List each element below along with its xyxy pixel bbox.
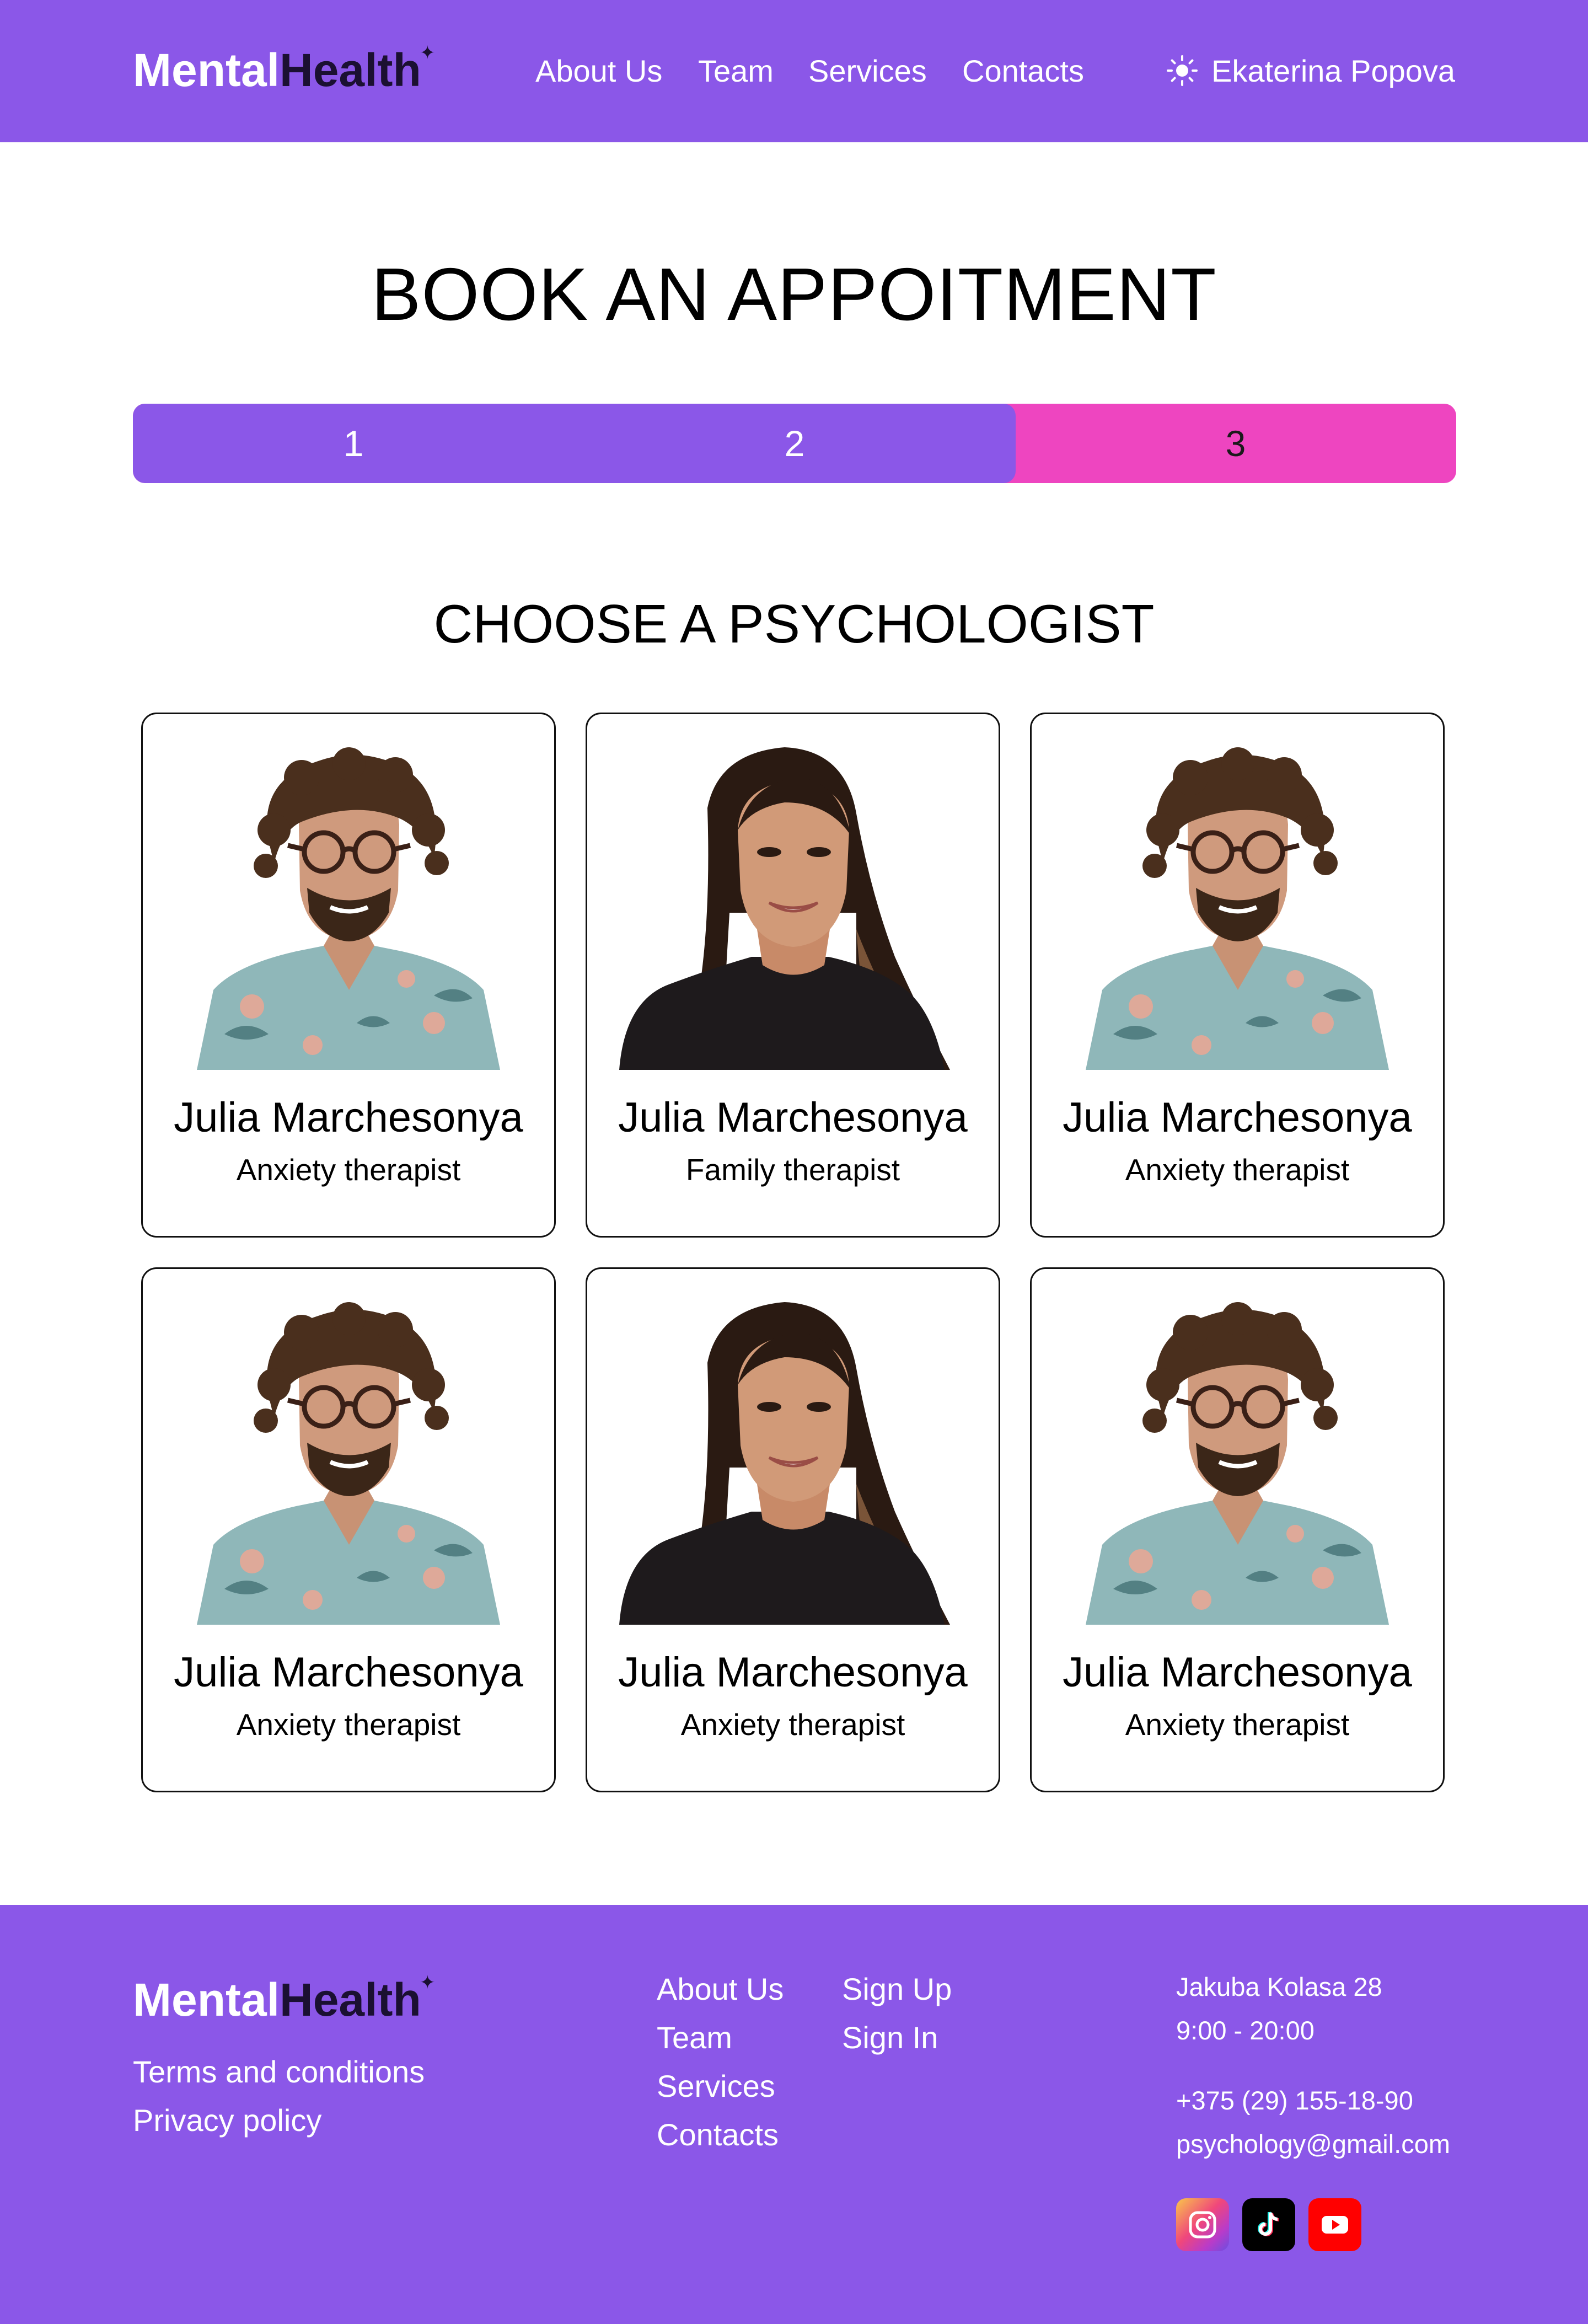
- nav-team[interactable]: Team: [698, 53, 774, 89]
- psychologist-name: Julia Marchesonya: [1063, 1649, 1412, 1696]
- logo-mental: Mental: [133, 1974, 280, 2026]
- psychologist-photo: [619, 1302, 950, 1625]
- psychologist-card[interactable]: Julia Marchesonya Anxiety therapist: [586, 1267, 1000, 1792]
- youtube-icon[interactable]: [1308, 2198, 1361, 2251]
- nav-contacts[interactable]: Contacts: [962, 53, 1084, 89]
- logo-health: Health: [280, 1974, 421, 2026]
- psychologist-card[interactable]: Julia Marchesonya Family therapist: [586, 713, 1000, 1238]
- tiktok-icon[interactable]: [1242, 2198, 1295, 2251]
- footer-nav-team[interactable]: Team: [657, 2020, 732, 2055]
- address-text: Jakuba Kolasa 28: [1176, 1972, 1382, 2001]
- sparkle-icon: ✦: [420, 42, 436, 63]
- sparkle-icon: ✦: [420, 1972, 436, 1993]
- hours-text: 9:00 - 20:00: [1176, 2016, 1315, 2045]
- stepper-progress: [133, 404, 1016, 483]
- footer-nav-contacts[interactable]: Contacts: [657, 2117, 779, 2152]
- psychologist-role: Family therapist: [685, 1153, 900, 1187]
- psychologist-name: Julia Marchesonya: [618, 1094, 968, 1141]
- psychologist-role: Anxiety therapist: [1125, 1707, 1350, 1742]
- psychologist-name: Julia Marchesonya: [618, 1649, 968, 1696]
- psychologist-card[interactable]: Julia Marchesonya Anxiety therapist: [141, 713, 556, 1238]
- page-title: BOOK AN APPOITMENT: [371, 253, 1217, 336]
- terms-link[interactable]: Terms and conditions: [133, 2054, 425, 2090]
- psychologist-role: Anxiety therapist: [236, 1153, 461, 1187]
- logo[interactable]: MentalHealth ✦: [133, 44, 436, 96]
- booking-stepper: 1 2 3: [133, 404, 1456, 483]
- psychologist-card[interactable]: Julia Marchesonya Anxiety therapist: [1030, 1267, 1445, 1792]
- step-1[interactable]: 1: [326, 424, 381, 463]
- psychologist-role: Anxiety therapist: [1125, 1153, 1350, 1187]
- psychologist-name: Julia Marchesonya: [174, 1649, 523, 1696]
- psychologist-photo: [1086, 747, 1389, 1070]
- nav-services[interactable]: Services: [808, 53, 927, 89]
- psychologist-photo: [197, 747, 500, 1070]
- email-text[interactable]: psychology@gmail.com: [1176, 2129, 1450, 2159]
- step-3[interactable]: 3: [1208, 424, 1263, 463]
- footer-nav-about-us[interactable]: About Us: [657, 1971, 784, 2007]
- psychologist-photo: [1086, 1302, 1389, 1625]
- sign-in-link[interactable]: Sign In: [842, 2020, 938, 2055]
- psychologist-role: Anxiety therapist: [680, 1707, 905, 1742]
- user-name[interactable]: Ekaterina Popova: [1211, 53, 1455, 89]
- site-footer: MentalHealth ✦ Terms and conditions Priv…: [0, 1905, 1588, 2324]
- sign-up-link[interactable]: Sign Up: [842, 1971, 952, 2007]
- psychologist-card[interactable]: Julia Marchesonya Anxiety therapist: [141, 1267, 556, 1792]
- sun-icon[interactable]: [1166, 54, 1199, 87]
- psychologist-role: Anxiety therapist: [236, 1707, 461, 1742]
- psychologist-photo: [197, 1302, 500, 1625]
- logo-mental: Mental: [133, 44, 280, 96]
- psychologist-name: Julia Marchesonya: [1063, 1094, 1412, 1141]
- site-header: MentalHealth ✦ About Us Team Services Co…: [0, 0, 1588, 142]
- psychologist-name: Julia Marchesonya: [174, 1094, 523, 1141]
- section-title: CHOOSE A PSYCHOLOGIST: [433, 593, 1155, 654]
- phone-text[interactable]: +375 (29) 155-18-90: [1176, 2085, 1413, 2116]
- footer-logo[interactable]: MentalHealth ✦: [133, 1973, 436, 2026]
- privacy-link[interactable]: Privacy policy: [133, 2102, 321, 2138]
- nav-about-us[interactable]: About Us: [535, 53, 662, 89]
- step-2[interactable]: 2: [767, 424, 822, 463]
- footer-nav-services[interactable]: Services: [657, 2068, 775, 2104]
- instagram-icon[interactable]: [1176, 2198, 1229, 2251]
- psychologist-photo: [619, 747, 950, 1070]
- psychologist-card[interactable]: Julia Marchesonya Anxiety therapist: [1030, 713, 1445, 1238]
- logo-health: Health: [280, 44, 421, 96]
